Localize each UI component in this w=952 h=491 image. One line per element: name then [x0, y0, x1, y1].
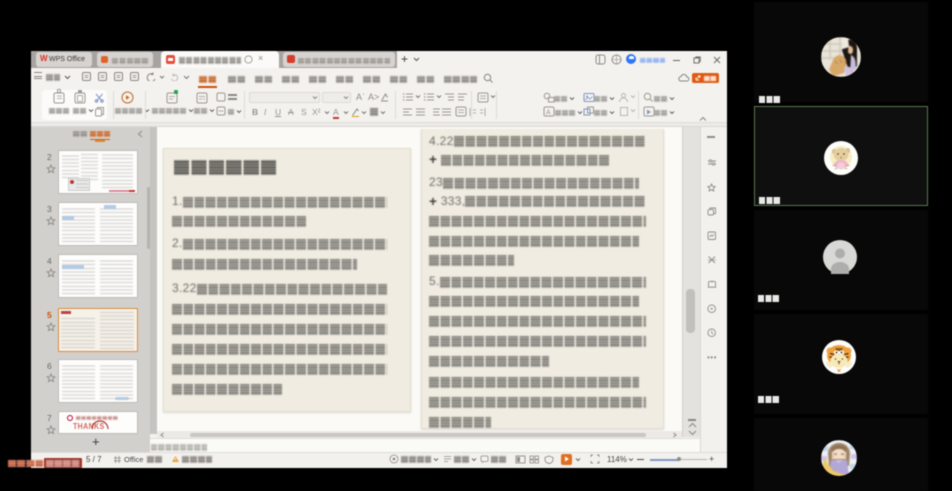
svg-text:A: A	[546, 110, 551, 117]
